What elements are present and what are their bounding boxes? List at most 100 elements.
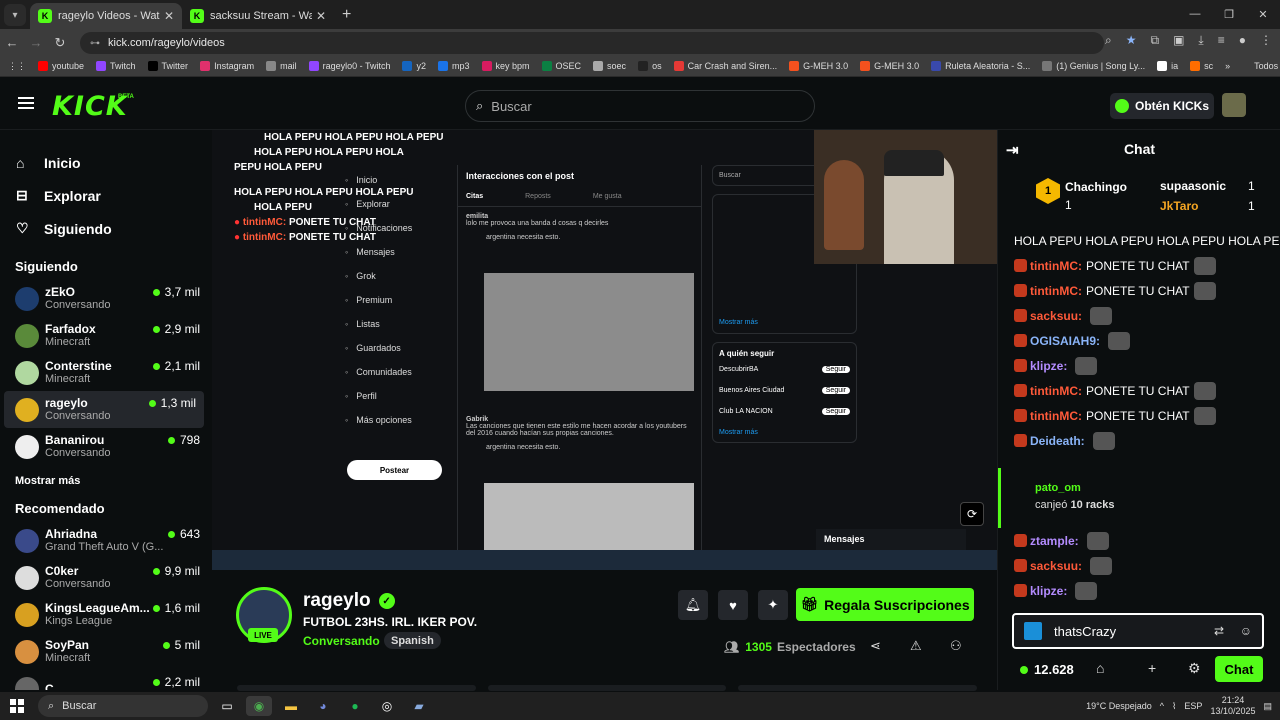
settings-gear-icon[interactable]: ⚙	[1188, 660, 1201, 677]
channel-item[interactable]: Ahriadna Grand Theft Auto V (G... 643	[0, 522, 208, 559]
gifter-name[interactable]: JkTaro	[1160, 199, 1198, 213]
discord-icon[interactable]: ◕	[310, 696, 336, 716]
chat-username[interactable]: Deideath:	[1030, 434, 1085, 448]
chat-username[interactable]: klipze:	[1030, 359, 1067, 373]
bookmark-item[interactable]: os	[638, 61, 662, 71]
profile-icon[interactable]: ●	[1239, 33, 1246, 48]
bookmark-item[interactable]: G-MEH 3.0	[789, 61, 848, 71]
restore-icon[interactable]: ❐	[1212, 0, 1246, 28]
bookmark-item[interactable]: youtube	[38, 61, 84, 71]
bookmark-star-icon[interactable]: ★	[1126, 33, 1137, 48]
sparkle-icon[interactable]: ✦	[758, 590, 788, 620]
share-icon[interactable]: ⋖	[870, 638, 881, 654]
bookmark-item[interactable]: y2	[402, 61, 426, 71]
redeem-user[interactable]: pato_om	[1015, 482, 1280, 494]
spotify-icon[interactable]: ●	[342, 696, 368, 716]
back-icon[interactable]: ←	[0, 35, 24, 50]
send-chat-button[interactable]: Chat	[1215, 656, 1263, 682]
chat-username[interactable]: ztample:	[1030, 534, 1079, 548]
bookmark-item[interactable]: mp3	[438, 61, 470, 71]
notifications-icon[interactable]: ▤	[1263, 701, 1272, 712]
language-indicator[interactable]: ESP	[1184, 701, 1202, 711]
store-icon[interactable]: ⌂	[1096, 660, 1104, 676]
zoom-icon[interactable]: ⌕	[1105, 33, 1112, 48]
nav-explore[interactable]: ⊟ Explorar	[0, 179, 208, 212]
chrome-icon[interactable]: ◉	[246, 696, 272, 716]
extensions-icon[interactable]: ⧉	[1151, 33, 1160, 48]
clip-icon[interactable]: ⟳	[960, 502, 984, 526]
app-icon[interactable]: ▰	[406, 696, 432, 716]
channel-item[interactable]: KingsLeagueAm... Kings League 1,6 mil	[0, 596, 208, 633]
chat-username[interactable]: klipze:	[1030, 584, 1067, 598]
apps-icon[interactable]: ⋮⋮	[8, 61, 26, 72]
task-view-icon[interactable]: ▭	[214, 696, 240, 716]
minimize-icon[interactable]: —	[1178, 0, 1212, 28]
new-tab-button[interactable]: +	[342, 6, 351, 24]
tab-rageylo[interactable]: K rageylo Videos - Watch On... ✕	[30, 3, 182, 29]
menu-hamburger-icon[interactable]	[18, 97, 34, 109]
tray-chevron-icon[interactable]: ^	[1160, 701, 1164, 711]
chat-username[interactable]: sacksuu:	[1030, 309, 1082, 323]
channel-item[interactable]: rageylo Conversando 1,3 mil	[4, 391, 204, 428]
channel-item[interactable]: Bananirou Conversando 798	[0, 428, 208, 465]
menu-icon[interactable]: ⋮	[1260, 33, 1272, 48]
bookmark-item[interactable]: Car Crash and Siren...	[673, 61, 777, 71]
chat-username[interactable]: OGISAIAH9:	[1030, 334, 1100, 348]
stream-category[interactable]: Conversando	[303, 634, 380, 648]
search-input[interactable]: ⌕ Buscar	[465, 90, 815, 122]
tab-search-button[interactable]: ▾	[4, 4, 26, 26]
bookmark-item[interactable]: Twitch	[96, 61, 136, 71]
streamer-name[interactable]: rageylo	[303, 590, 371, 612]
more-user-icon[interactable]: ⚇	[950, 638, 962, 654]
channel-item[interactable]: Farfadox Minecraft 2,9 mil	[0, 317, 208, 354]
media-icon[interactable]: ≡	[1218, 33, 1225, 48]
tab-sacksuu[interactable]: K sacksuu Stream - Watch Live on... ✕	[182, 3, 334, 29]
nav-following[interactable]: ♡ Siguiendo	[0, 212, 208, 245]
show-more-link[interactable]: Mostrar más	[0, 475, 208, 487]
url-field[interactable]: ⊶ kick.com/rageylo/videos	[80, 32, 1104, 54]
screenshot-icon[interactable]: ▣	[1173, 33, 1184, 48]
windows-start-icon[interactable]	[10, 699, 24, 713]
channel-item[interactable]: C0ker Conversando 9,9 mil	[0, 559, 208, 596]
download-icon[interactable]: ⤓	[1198, 33, 1203, 48]
notification-bell-icon[interactable]: 🔔︎	[678, 590, 708, 620]
bookmarks-overflow-icon[interactable]: »	[1225, 61, 1230, 71]
collapse-chat-icon[interactable]: ⇥	[1006, 141, 1019, 159]
chat-username[interactable]: tintinMC:	[1030, 259, 1082, 273]
chat-username[interactable]: tintinMC:	[1030, 384, 1082, 398]
bookmark-item[interactable]: key bpm	[481, 61, 530, 71]
nav-home[interactable]: ⌂ Inicio	[0, 146, 208, 179]
bookmark-item[interactable]: soec	[593, 61, 626, 71]
bookmark-item[interactable]: sc	[1190, 61, 1213, 71]
chat-username[interactable]: tintinMC:	[1030, 409, 1082, 423]
taskbar-search[interactable]: ⌕ Buscar	[38, 695, 208, 717]
close-tab-icon[interactable]: ✕	[164, 9, 174, 23]
channel-item[interactable]: SoyPan Minecraft 5 mil	[0, 633, 208, 670]
network-icon[interactable]: ⌇	[1172, 701, 1176, 712]
emoji-icon[interactable]: ☺	[1240, 624, 1252, 638]
report-icon[interactable]: ⚠	[910, 638, 922, 654]
site-info-icon[interactable]: ⊶	[90, 38, 100, 49]
get-kicks-button[interactable]: Obtén KICKs	[1110, 93, 1214, 119]
all-bookmarks-folder[interactable]: Todos los favoritos	[1254, 61, 1280, 71]
bookmark-item[interactable]: rageylo0 - Twitch	[308, 61, 390, 71]
close-window-icon[interactable]: ✕	[1246, 0, 1280, 28]
weather-text[interactable]: 19°C Despejado	[1086, 701, 1152, 711]
kick-logo[interactable]: KICK	[52, 91, 128, 122]
reload-icon[interactable]: ↻	[48, 35, 72, 51]
bookmark-item[interactable]: mail	[266, 61, 297, 71]
channel-item[interactable]: zEkO Conversando 3,7 mil	[0, 280, 208, 317]
follow-heart-icon[interactable]: ♥	[718, 590, 748, 620]
bookmark-item[interactable]: OSEC	[541, 61, 581, 71]
bookmark-item[interactable]: (1) Genius | Song Ly...	[1042, 61, 1145, 71]
user-avatar[interactable]	[1222, 93, 1246, 117]
channel-item[interactable]: C... 2,2 mil	[0, 670, 208, 690]
bookmark-item[interactable]: G-MEH 3.0	[860, 61, 919, 71]
bookmark-item[interactable]: Instagram	[200, 61, 254, 71]
close-tab-icon[interactable]: ✕	[316, 9, 326, 23]
forward-icon[interactable]: →	[24, 35, 48, 50]
chat-input[interactable]: thatsCrazy ⇄ ☺	[1012, 613, 1264, 649]
channel-points[interactable]: 12.628	[1020, 662, 1074, 677]
gifter-name[interactable]: Chachingo	[1065, 180, 1127, 194]
clock[interactable]: 21:24 13/10/2025	[1210, 695, 1255, 717]
